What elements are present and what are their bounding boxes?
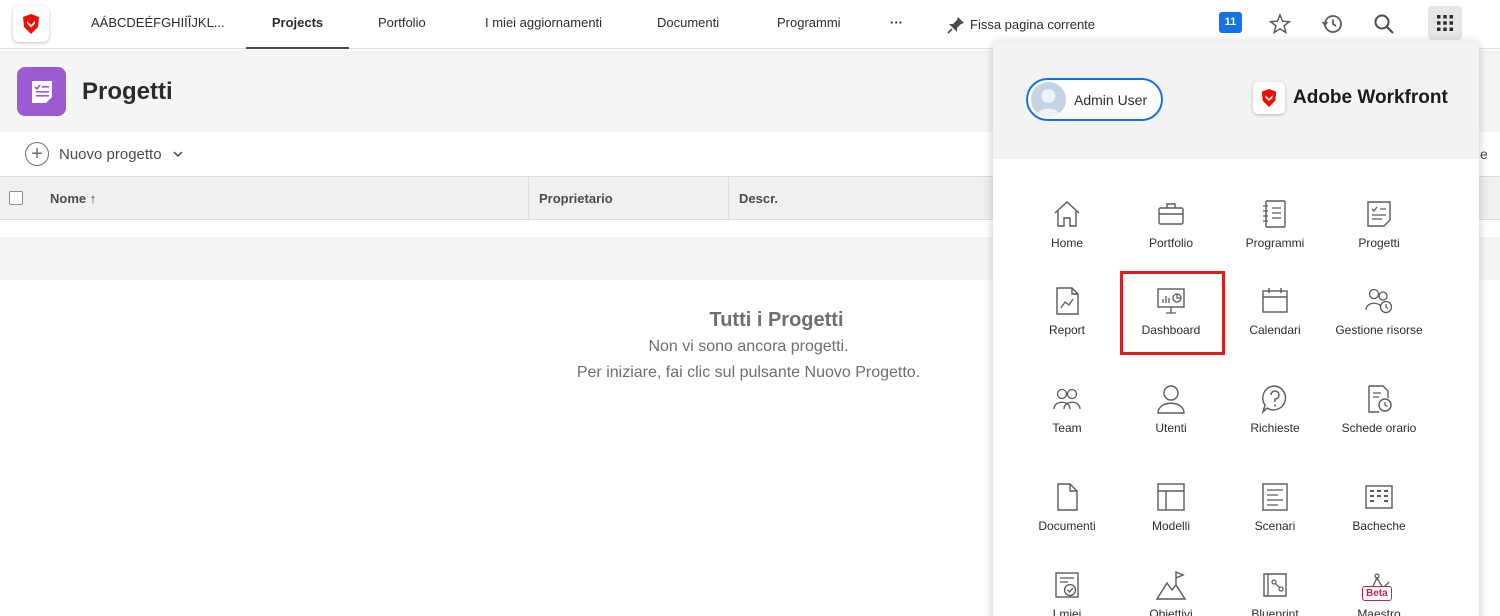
app-label: Schede orario [1341, 421, 1417, 435]
app-portfolio[interactable]: Portfolio [1119, 197, 1223, 252]
app-requests[interactable]: Richieste [1223, 382, 1327, 437]
maestro-icon: Beta [1327, 568, 1431, 602]
template-icon [1119, 480, 1223, 514]
board-icon [1327, 480, 1431, 514]
user-icon [1119, 382, 1223, 416]
app-my-work[interactable]: I miei [1015, 568, 1119, 616]
app-label: Blueprint [1251, 607, 1299, 616]
app-goals[interactable]: Obiettivi [1119, 568, 1223, 616]
more-menu-button[interactable]: ··· [890, 0, 903, 49]
app-grid-icon [1437, 15, 1453, 31]
column-divider [528, 177, 529, 219]
new-project-label: Nuovo progetto [59, 145, 162, 163]
app-reports[interactable]: Report [1015, 284, 1119, 339]
app-grid-button[interactable] [1428, 6, 1462, 40]
app-label: Home [1050, 236, 1083, 250]
app-programs[interactable]: Programmi [1223, 197, 1327, 252]
app-timesheets[interactable]: Schede orario [1327, 382, 1431, 437]
app-label: Scenari [1254, 519, 1296, 533]
tab-portfolio[interactable]: Portfolio [378, 0, 426, 49]
column-name-header[interactable]: Nome ↑ [50, 191, 96, 206]
app-label: Team [1052, 421, 1082, 435]
app-teams[interactable]: Team [1015, 382, 1119, 437]
select-all-checkbox[interactable] [9, 191, 23, 205]
page-title: Progetti [82, 78, 173, 105]
app-label: Richieste [1250, 421, 1300, 435]
new-project-button[interactable]: + Nuovo progetto [25, 141, 184, 167]
tab-my-updates[interactable]: I miei aggiornamenti [485, 0, 602, 49]
app-blueprint[interactable]: Blueprint [1223, 568, 1327, 616]
app-label: Maestro [1357, 607, 1401, 616]
app-maestro[interactable]: Beta Maestro [1327, 568, 1431, 616]
app-label: Calendari [1249, 323, 1301, 337]
blueprint-icon [1223, 568, 1327, 602]
team-icon [1015, 382, 1119, 416]
app-label: Bacheche [1352, 519, 1406, 533]
app-home[interactable]: Home [1015, 197, 1119, 252]
brand: Adobe Workfront [1253, 82, 1448, 114]
briefcase-icon [1119, 197, 1223, 231]
app-label: Progetti [1358, 236, 1400, 250]
app-label: Report [1048, 323, 1086, 337]
user-profile-button[interactable]: Admin User [1026, 78, 1163, 121]
projects-app-icon [17, 67, 66, 116]
app-label: Documenti [1038, 519, 1096, 533]
brand-name: Adobe Workfront [1293, 87, 1448, 108]
column-owner-header[interactable]: Proprietario [539, 191, 613, 206]
app-resource-management[interactable]: Gestione risorse [1327, 284, 1431, 339]
question-icon [1223, 382, 1327, 416]
document-icon [1015, 480, 1119, 514]
workfront-logo-icon [23, 14, 39, 34]
checklist-icon [1327, 197, 1431, 231]
star-icon[interactable] [1268, 12, 1292, 36]
workfront-logo-button[interactable] [13, 6, 49, 42]
my-work-icon [1015, 568, 1119, 602]
column-description-header[interactable]: Descr. [739, 191, 778, 206]
app-documents[interactable]: Documenti [1015, 480, 1119, 535]
tab-truncated[interactable]: AÁBCDEÉFGHIÍÎJKL... [91, 0, 225, 49]
goals-icon [1119, 568, 1223, 602]
app-label: Programmi [1245, 236, 1305, 250]
calendar-icon [1223, 284, 1327, 318]
notification-badge[interactable]: 11 [1219, 12, 1242, 33]
app-label: Obiettivi [1149, 607, 1193, 616]
app-label: Utenti [1155, 421, 1187, 435]
search-icon[interactable] [1372, 12, 1396, 36]
scenario-icon [1223, 480, 1327, 514]
app-templates[interactable]: Modelli [1119, 480, 1223, 535]
plus-icon: + [25, 142, 49, 166]
app-label: I miei [1052, 607, 1082, 616]
workfront-logo-icon [1253, 82, 1285, 114]
report-icon [1015, 284, 1119, 318]
avatar [1031, 82, 1066, 117]
app-label: Portfolio [1148, 236, 1194, 250]
launcher-header: Admin User Adobe Workfront [993, 41, 1479, 159]
app-scenarios[interactable]: Scenari [1223, 480, 1327, 535]
tab-programs[interactable]: Programmi [777, 0, 841, 49]
history-icon[interactable] [1320, 12, 1344, 36]
dashboard-highlight-box [1120, 271, 1225, 355]
app-label: Gestione risorse [1335, 323, 1423, 337]
toolbar-right-text[interactable]: e [1480, 146, 1488, 162]
chevron-down-icon [173, 151, 183, 158]
resource-icon [1327, 284, 1431, 318]
tab-projects[interactable]: Projects [246, 0, 349, 49]
timesheet-icon [1327, 382, 1431, 416]
user-name: Admin User [1074, 91, 1148, 108]
home-icon [1015, 197, 1119, 231]
beta-tag: Beta [1362, 586, 1392, 601]
tab-documents[interactable]: Documenti [657, 0, 719, 49]
app-boards[interactable]: Bacheche [1327, 480, 1431, 535]
app-projects[interactable]: Progetti [1327, 197, 1431, 252]
pin-icon [947, 16, 964, 34]
app-launcher-panel: Admin User Adobe Workfront Home Portfoli… [993, 41, 1479, 616]
app-calendars[interactable]: Calendari [1223, 284, 1327, 339]
column-divider [728, 177, 729, 219]
app-users[interactable]: Utenti [1119, 382, 1223, 437]
app-label: Modelli [1151, 519, 1190, 533]
notebook-icon [1223, 197, 1327, 231]
